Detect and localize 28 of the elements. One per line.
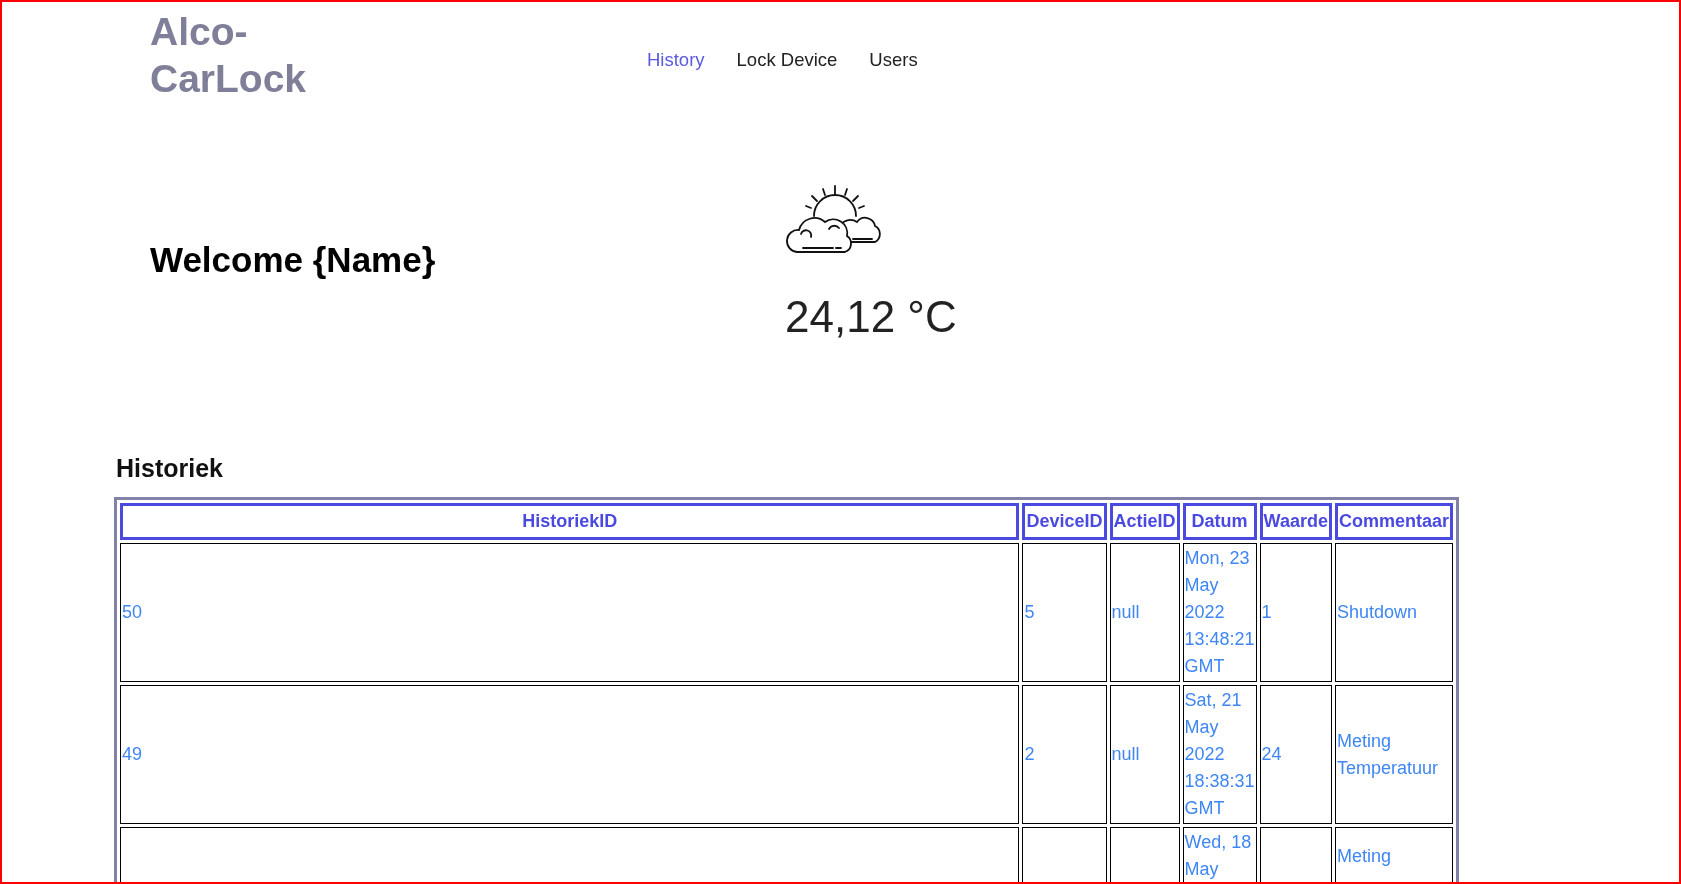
welcome-heading: Welcome {Name} (150, 240, 437, 280)
column-header: HistoriekID (120, 503, 1020, 540)
table-cell: 5 (1022, 543, 1107, 682)
site-logo: Alco-CarLock (150, 9, 308, 102)
column-header: Commentaar (1334, 503, 1453, 540)
column-header: Datum (1182, 503, 1257, 540)
table-cell: Meting (1334, 827, 1453, 882)
table-cell: 49 (120, 685, 1020, 824)
table-cell: 24 (1259, 685, 1332, 824)
table-cell (1109, 827, 1180, 882)
nav-link[interactable]: History (647, 49, 705, 71)
column-header: DeviceID (1022, 503, 1107, 540)
table-cell: Wed, 18 May (1182, 827, 1257, 882)
section-heading: Historiek (116, 454, 224, 483)
table-cell: 2 (1022, 685, 1107, 824)
table-cell: Mon, 23 May 2022 13:48:21 GMT (1182, 543, 1257, 682)
table-cell: null (1109, 685, 1180, 824)
column-header: ActieID (1109, 503, 1180, 540)
nav-link[interactable]: Users (869, 49, 918, 71)
table-cell: 1 (1259, 543, 1332, 682)
table-cell: Meting Temperatuur (1334, 685, 1453, 824)
nav-link[interactable]: Lock Device (736, 49, 838, 71)
temperature-reading: 24,12 °C (785, 292, 957, 342)
table-cell: Shutdown (1334, 543, 1453, 682)
table-cell: 50 (120, 543, 1020, 682)
column-header: Waarde (1259, 503, 1332, 540)
table-cell: Sat, 21 May 2022 18:38:31 GMT (1182, 685, 1257, 824)
table-cell: null (1109, 543, 1180, 682)
